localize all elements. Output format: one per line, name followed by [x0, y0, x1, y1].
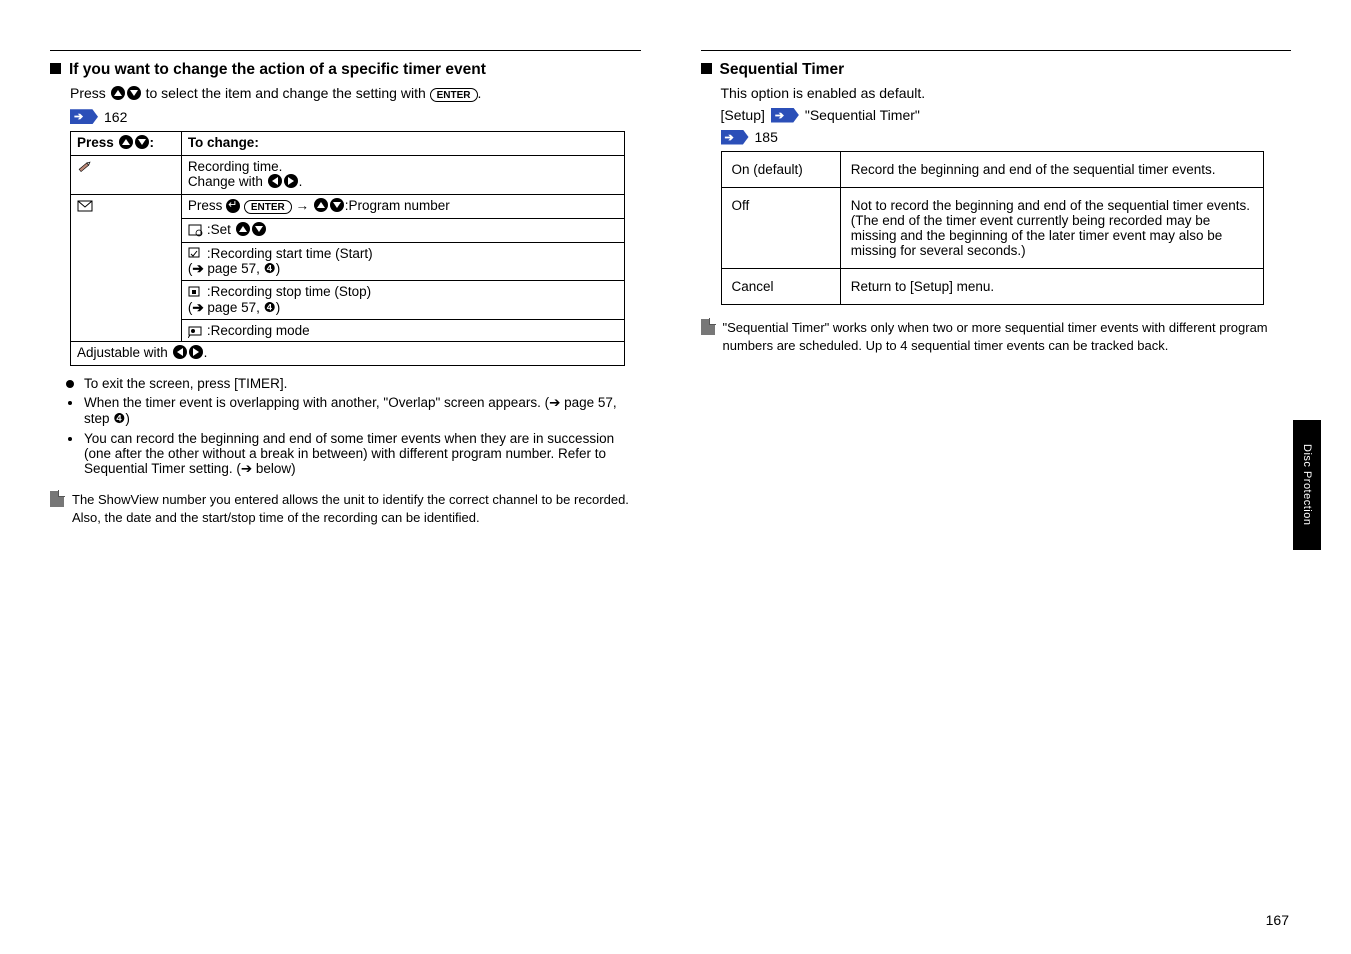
enter-button-icon: ENTER — [430, 88, 478, 102]
left-reference-link: ➔ 162 — [70, 109, 641, 125]
pencil-icon — [77, 160, 93, 174]
arrow-tag-icon: ➔ — [771, 108, 799, 123]
left-settings-table: Press : To change: Recording time. Chang… — [70, 131, 625, 366]
bullet-sequential-note: You can record the beginning and end of … — [66, 431, 641, 477]
right-body-a: This option is enabled as default. — [721, 85, 1292, 101]
page-number: 167 — [1266, 912, 1289, 928]
table-row: Adjustable with . — [71, 342, 625, 366]
right-body-b: [Setup] ➔ "Sequential Timer" — [721, 107, 1292, 123]
bullet-overlap-note: When the timer event is overlapping with… — [66, 395, 641, 427]
arrow-tag-icon: ➔ — [70, 109, 98, 124]
table-header-press: Press : — [71, 131, 182, 155]
rec-mode-icon — [188, 324, 204, 338]
enter-button-icon: ENTER — [244, 200, 292, 214]
right-section-title: Sequential Timer — [701, 61, 1292, 79]
envelope-icon — [77, 199, 93, 213]
dpad-up-down-icon — [313, 198, 345, 215]
right-options-table: On (default) Record the beginning and en… — [721, 151, 1264, 305]
note-icon — [701, 319, 715, 335]
dpad-up-down-icon — [118, 135, 150, 152]
table-row: Recording time. Change with . — [71, 155, 625, 194]
clock-stop-icon — [188, 286, 204, 300]
side-tab: Disc Protection — [1293, 420, 1321, 550]
table-row: Off Not to record the beginning and end … — [721, 188, 1263, 269]
right-reference-link: ➔ 185 — [721, 129, 1292, 145]
enter-icon — [226, 199, 240, 213]
table-header-change: To change: — [181, 131, 624, 155]
table-row: Cancel Return to [Setup] menu. — [721, 269, 1263, 305]
left-section-title: If you want to change the action of a sp… — [50, 61, 641, 79]
square-bullet-icon — [50, 63, 61, 74]
arrow-tag-icon: ➔ — [721, 130, 749, 145]
table-row: On (default) Record the beginning and en… — [721, 152, 1263, 188]
dpad-up-down-icon — [235, 222, 267, 239]
clock-start-icon — [188, 247, 204, 261]
dpad-up-down-icon — [110, 86, 142, 103]
calendar-set-icon — [188, 223, 204, 237]
note-icon — [50, 491, 64, 507]
left-lead-text: Press to select the item and change the … — [70, 85, 641, 103]
table-row: Press ENTER → :Program number — [71, 194, 625, 218]
dpad-left-right-icon — [172, 345, 204, 362]
left-note: The ShowView number you entered allows t… — [50, 491, 641, 526]
square-bullet-icon — [701, 63, 712, 74]
dpad-left-right-icon — [267, 174, 299, 191]
right-note: "Sequential Timer" works only when two o… — [701, 319, 1292, 354]
bullet-exit-note: To exit the screen, press [TIMER]. — [66, 376, 641, 391]
